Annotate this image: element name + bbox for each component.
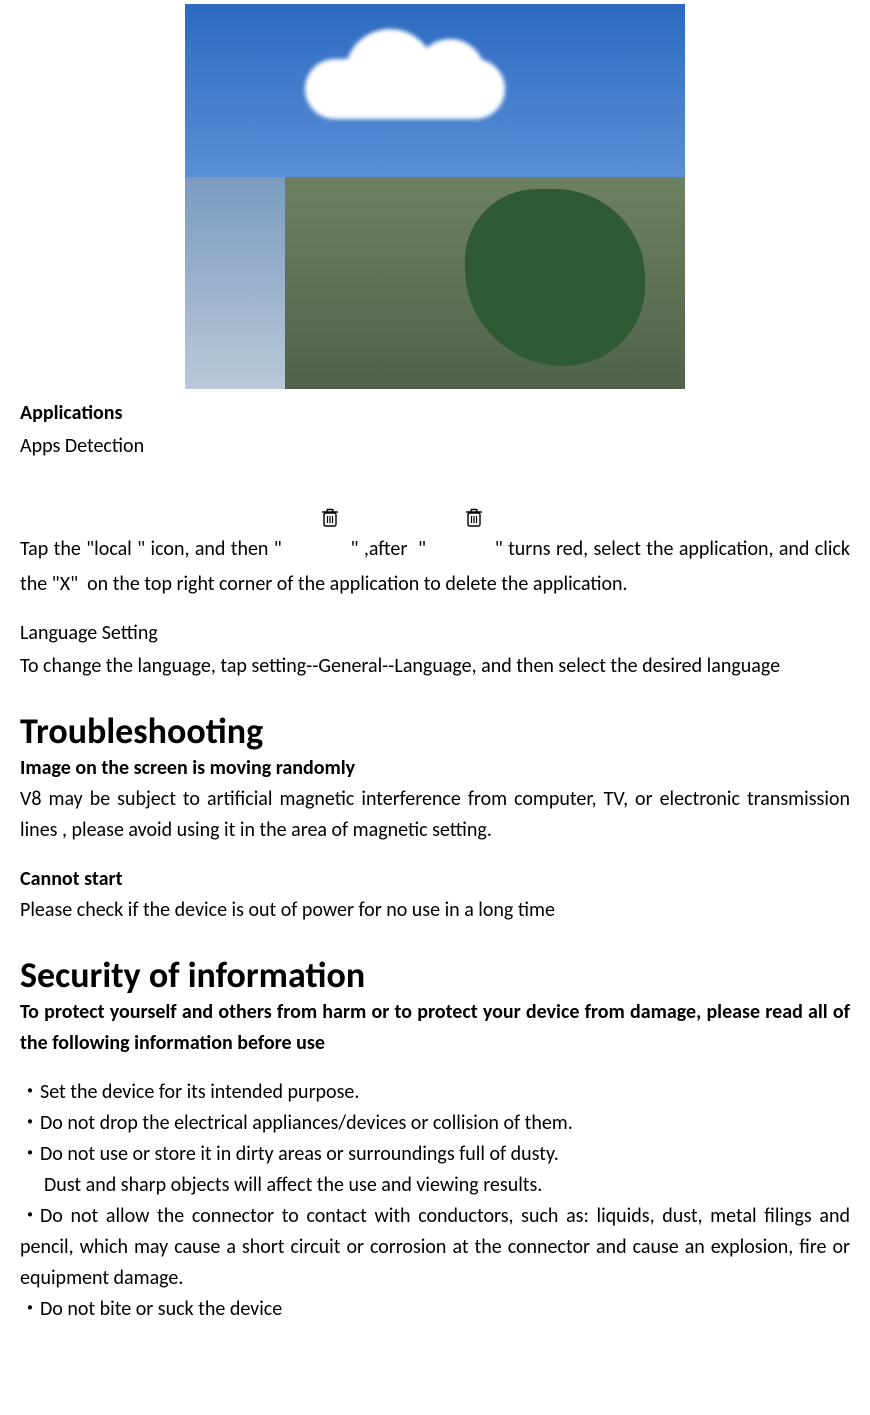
apps-detection-label: Apps Detection bbox=[20, 431, 850, 462]
list-item: ・Do not allow the connector to contact w… bbox=[20, 1201, 850, 1294]
apps-detection-instructions: Tap the "local " icon, and then " " ,aft… bbox=[20, 476, 850, 600]
trash-icon bbox=[294, 476, 339, 569]
security-bullets: ・Set the device for its intended purpose… bbox=[20, 1077, 850, 1325]
troubleshoot-item2-title: Cannot start bbox=[20, 864, 850, 895]
security-intro: To protect yourself and others from harm… bbox=[20, 997, 850, 1059]
list-item: ・Do not use or store it in dirty areas o… bbox=[20, 1139, 850, 1170]
language-setting-body: To change the language, tap setting--Gen… bbox=[20, 651, 850, 682]
security-heading: Security of information bbox=[20, 954, 850, 997]
list-item: ・Do not drop the electrical appliances/d… bbox=[20, 1108, 850, 1139]
troubleshoot-item1-body: V8 may be subject to artificial magnetic… bbox=[20, 784, 850, 846]
list-item: ・Do not bite or suck the device bbox=[20, 1294, 850, 1325]
list-item: ・Set the device for its intended purpose… bbox=[20, 1077, 850, 1108]
text-run: Tap the "local " icon, and then " bbox=[20, 537, 287, 561]
list-item-sub: Dust and sharp objects will affect the u… bbox=[20, 1170, 850, 1201]
troubleshoot-item1-title: Image on the screen is moving randomly bbox=[20, 753, 850, 784]
language-setting-heading: Language Setting bbox=[20, 618, 850, 649]
applications-heading: Applications bbox=[20, 398, 850, 429]
troubleshoot-item2-body: Please check if the device is out of pow… bbox=[20, 895, 850, 926]
trash-icon bbox=[438, 476, 483, 569]
troubleshooting-heading: Troubleshooting bbox=[20, 710, 850, 753]
aerial-city-image bbox=[185, 4, 685, 389]
text-run: " ,after " bbox=[345, 537, 431, 561]
